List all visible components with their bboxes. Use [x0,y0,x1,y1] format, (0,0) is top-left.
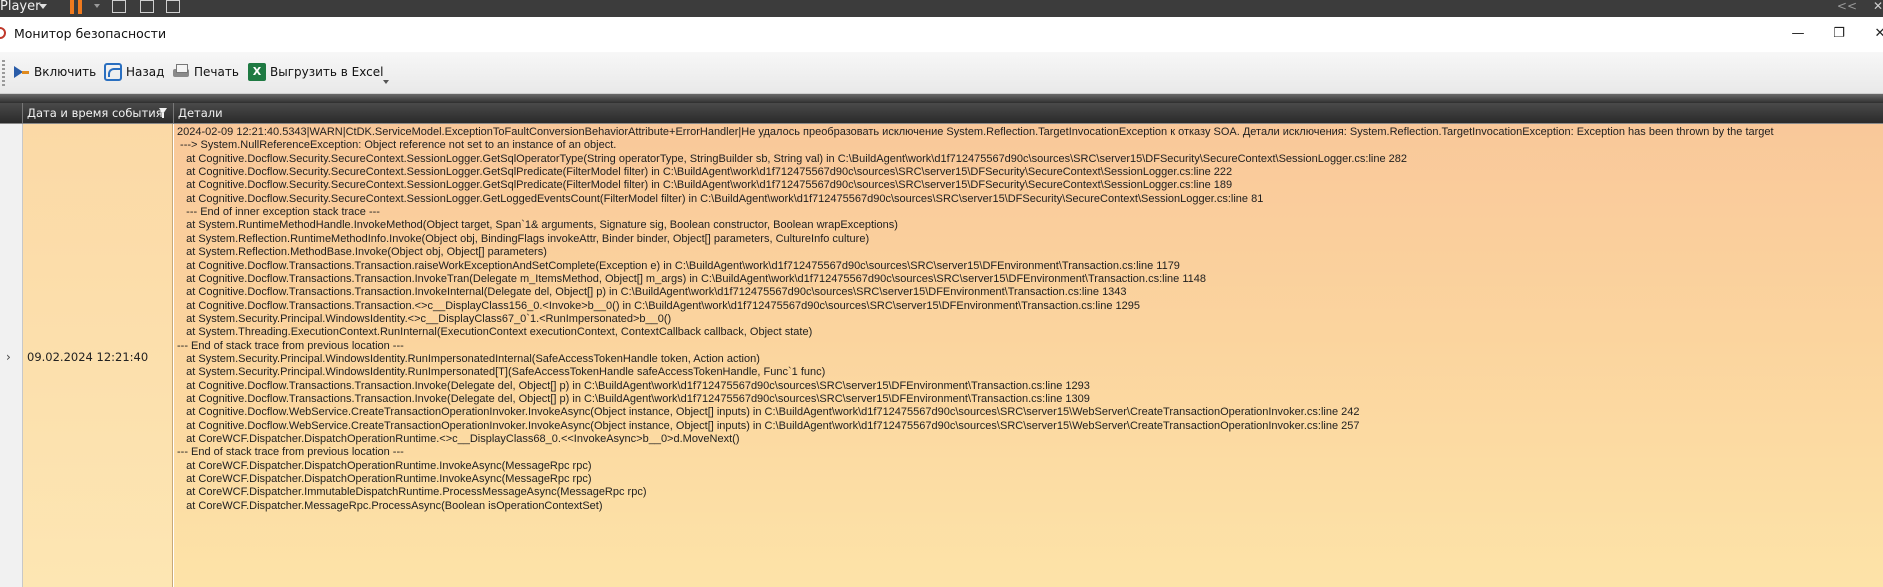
send-ctrl-alt-del-icon[interactable] [112,0,126,13]
chevron-down-icon[interactable] [39,4,47,9]
print-button-label: Печать [194,65,239,79]
collapse-icon[interactable]: << [1837,0,1857,13]
main-toolbar: Включить Назад Печать X Выгрузить в Exce… [0,52,1883,94]
event-datetime: 09.02.2024 12:21:40 [27,350,149,364]
back-button[interactable]: Назад [104,62,164,82]
column-header-datetime[interactable]: Дата и время события [23,103,174,123]
fit-window-icon[interactable] [140,0,154,13]
minimize-icon[interactable]: — [1786,24,1810,44]
pause-icon[interactable] [70,0,84,14]
toolbar-grip[interactable] [2,60,5,86]
grid-header: Дата и время события Детали [0,103,1883,124]
print-icon [172,63,190,81]
maximize-icon[interactable]: ❐ [1827,24,1851,44]
player-menu-label[interactable]: Player [0,0,40,17]
row-indicator[interactable]: › [0,124,23,587]
table-row-date-cell[interactable]: 09.02.2024 12:21:40 [23,124,173,587]
excel-icon: X [248,63,266,81]
pause-options-chevron-icon[interactable] [94,4,100,8]
close-icon[interactable]: ✕ [1868,24,1883,44]
export-excel-button[interactable]: X Выгрузить в Excel [248,62,383,82]
enable-button[interactable]: Включить [12,62,96,82]
back-button-label: Назад [126,65,165,79]
column-header-datetime-label: Дата и время события [27,106,163,120]
enable-button-label: Включить [34,65,97,79]
window-titlebar: Монитор безопасности — ❐ ✕ [0,17,1883,52]
player-close-icon[interactable]: ✕ [1873,0,1883,13]
window-title: Монитор безопасности [14,26,167,41]
chevron-right-icon: › [6,350,11,364]
row-indicator-header [0,103,23,123]
export-excel-button-label: Выгрузить в Excel [270,65,384,79]
player-toolbar: Player << ✕ [0,0,1883,17]
details-line: at CoreWCF.Dispatcher.MessageRpc.Process… [177,499,603,512]
back-icon [104,63,122,81]
events-grid[interactable]: › 09.02.2024 12:21:40 2024-02-09 12:21:4… [0,124,1883,587]
app-icon [0,27,6,39]
toolbar-overflow-chevron-icon[interactable] [383,80,389,84]
play-icon [12,63,30,81]
filter-icon[interactable] [159,108,167,118]
unity-mode-icon[interactable] [166,0,180,13]
column-header-details-label: Детали [178,106,223,120]
column-header-details[interactable]: Детали [174,103,1883,123]
print-button[interactable]: Печать [172,62,239,82]
table-row-details-cell[interactable]: 2024-02-09 12:21:40.5343|WARN|CtDK.Servi… [174,124,1883,587]
separator-band [0,94,1883,103]
